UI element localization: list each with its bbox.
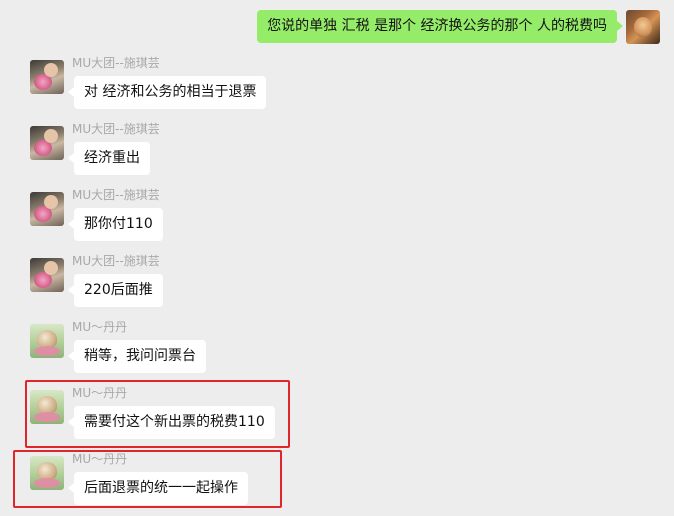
message-bubble[interactable]: 对 经济和公务的相当于退票 [67,76,267,109]
message-bubble[interactable]: 220后面推 [68,274,163,307]
message-bubble[interactable]: 那你付110 [68,208,163,241]
self-avatar[interactable] [626,10,660,44]
sender-name: MU～丹丹 [72,320,128,334]
highlight-box [25,380,290,448]
sender-name: MU大团--施琪芸 [72,188,160,202]
sender-name: MU大团--施琪芸 [72,122,160,136]
chat-window: 您说的单独 汇税 是那个 经济换公务的那个 人的税费吗 MU大团--施琪芸 对 … [0,0,674,516]
sender-name: MU大团--施琪芸 [72,56,160,70]
avatar-dan[interactable] [30,324,64,358]
avatar-shi[interactable] [30,60,64,94]
avatar-shi[interactable] [30,192,64,226]
highlight-box [13,450,282,508]
message-bubble[interactable]: 经济重出 [68,142,150,175]
avatar-shi[interactable] [30,258,64,292]
message-bubble[interactable]: 稍等，我问问票台 [68,340,206,373]
avatar-shi[interactable] [30,126,64,160]
sender-name: MU大团--施琪芸 [72,254,160,268]
self-message-bubble[interactable]: 您说的单独 汇税 是那个 经济换公务的那个 人的税费吗 [257,10,623,43]
